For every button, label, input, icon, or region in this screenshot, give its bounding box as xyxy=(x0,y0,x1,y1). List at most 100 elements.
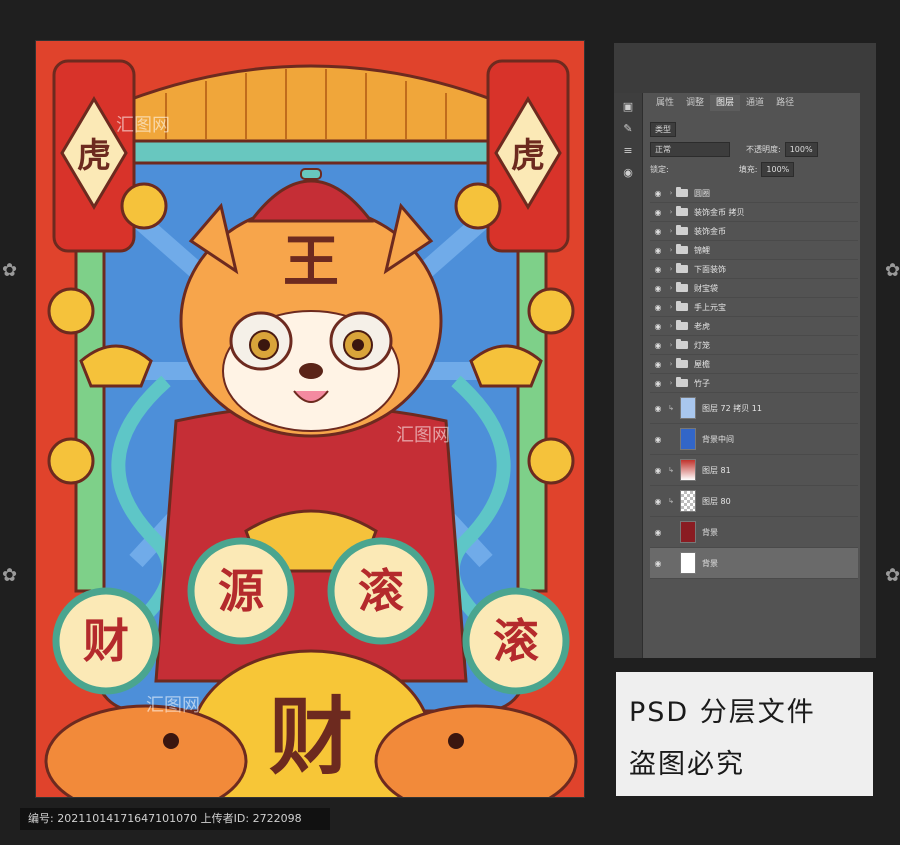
folder-icon xyxy=(676,225,688,235)
visibility-eye-icon[interactable]: ◉ xyxy=(650,528,666,537)
watermark-text: 汇图网 xyxy=(116,115,170,136)
layer-filter-select[interactable]: 类型 xyxy=(650,121,676,137)
group-name: 屋檐 xyxy=(694,359,710,369)
folder-icon xyxy=(676,377,688,387)
expand-caret-icon[interactable]: › xyxy=(666,246,676,254)
layer-name: 图层 72 拷贝 11 xyxy=(702,403,762,413)
visibility-eye-icon[interactable]: ◉ xyxy=(650,208,666,217)
layer-group[interactable]: ◉ › 灯笼 xyxy=(650,336,858,355)
visibility-eye-icon[interactable]: ◉ xyxy=(650,360,666,369)
visibility-eye-icon[interactable]: ◉ xyxy=(650,404,666,413)
layer-group[interactable]: ◉ › 圆圈 xyxy=(650,184,858,203)
group-name: 圆圈 xyxy=(694,188,710,198)
layer-row[interactable]: ◉ ↳ 图层 72 拷贝 11 xyxy=(650,393,858,424)
clip-indicator-icon: ↳ xyxy=(668,497,674,505)
tab-adjustments[interactable]: 调整 xyxy=(680,95,710,111)
layer-row[interactable]: ◉ ↳ 图层 80 xyxy=(650,486,858,517)
layer-row[interactable]: ◉ 背景 xyxy=(650,517,858,548)
tab-layers[interactable]: 图层 xyxy=(710,95,741,111)
tab-channels[interactable]: 通道 xyxy=(740,95,770,111)
layer-thumbnail xyxy=(680,552,696,574)
expand-caret-icon[interactable]: › xyxy=(666,303,676,311)
folder-icon xyxy=(676,320,688,330)
visibility-eye-icon[interactable]: ◉ xyxy=(650,303,666,312)
layer-group[interactable]: ◉ › 锦鲤 xyxy=(650,241,858,260)
expand-caret-icon[interactable]: › xyxy=(666,189,676,197)
layer-group[interactable]: ◉ › 竹子 xyxy=(650,374,858,393)
visibility-eye-icon[interactable]: ◉ xyxy=(650,322,666,331)
visibility-eye-icon[interactable]: ◉ xyxy=(650,227,666,236)
visibility-eye-icon[interactable]: ◉ xyxy=(650,246,666,255)
layers-panel: ▣ ✎ ≡ ◉ 属性 调整 图层 通道 路径 类型 正常 不透明度: 100% … xyxy=(614,43,876,658)
lantern-right-text: 虎 xyxy=(511,136,545,176)
expand-caret-icon[interactable]: › xyxy=(666,379,676,387)
layer-group[interactable]: ◉ › 财宝袋 xyxy=(650,279,858,298)
fill-input[interactable]: 100% xyxy=(761,161,795,177)
visibility-eye-icon[interactable]: ◉ xyxy=(650,379,666,388)
folder-icon xyxy=(676,282,688,292)
layer-group[interactable]: ◉ › 下面装饰 xyxy=(650,260,858,279)
layer-group[interactable]: ◉ › 装饰金币 xyxy=(650,222,858,241)
artwork-canvas: 虎 虎 王 财 源 滚 滚 财 汇图网 汇图网 汇图网 xyxy=(35,40,585,798)
expand-caret-icon[interactable]: › xyxy=(666,265,676,273)
expand-caret-icon[interactable]: › xyxy=(666,341,676,349)
caption-box: PSD 分层文件 盗图必究 xyxy=(616,672,873,796)
watermark-logo-icon: ✿ xyxy=(2,565,18,586)
clip-indicator-icon: ↳ xyxy=(668,466,674,474)
brush-icon[interactable]: ✎ xyxy=(620,121,636,137)
expand-caret-icon[interactable]: › xyxy=(666,322,676,330)
layer-name: 图层 81 xyxy=(702,465,731,475)
opacity-input[interactable]: 100% xyxy=(784,141,818,157)
panel-tabs: 属性 调整 图层 通道 路径 xyxy=(650,95,800,111)
caption-line-2: 盗图必究 xyxy=(629,749,745,780)
tab-properties[interactable]: 属性 xyxy=(650,95,680,111)
layer-group[interactable]: ◉ › 手上元宝 xyxy=(650,298,858,317)
color-wheel-icon[interactable]: ◉ xyxy=(620,165,636,181)
visibility-eye-icon[interactable]: ◉ xyxy=(650,497,666,506)
layer-thumbnail xyxy=(680,428,696,450)
big-coin-character: 财 xyxy=(269,688,353,786)
layer-row-selected[interactable]: ◉ 背景 xyxy=(650,548,858,579)
watermark-logo-icon: ✿ xyxy=(2,260,18,281)
adjust-icon[interactable]: ≡ xyxy=(620,143,636,159)
layer-group[interactable]: ◉ › 屋檐 xyxy=(650,355,858,374)
layer-name: 背景 xyxy=(702,527,718,537)
watermark-text: 汇图网 xyxy=(396,425,450,446)
layer-group[interactable]: ◉ › 老虎 xyxy=(650,317,858,336)
lock-label: 锁定: xyxy=(650,164,669,174)
coin-char-3: 滚 xyxy=(358,564,404,618)
visibility-eye-icon[interactable]: ◉ xyxy=(650,559,666,568)
coin-char-4: 滚 xyxy=(493,614,539,668)
visibility-eye-icon[interactable]: ◉ xyxy=(650,466,666,475)
visibility-eye-icon[interactable]: ◉ xyxy=(650,435,666,444)
group-name: 装饰金币 拷贝 xyxy=(694,207,745,217)
layer-name: 背景中间 xyxy=(702,434,734,444)
right-dock xyxy=(860,43,876,658)
blend-row: 正常 不透明度: 100% xyxy=(650,141,818,157)
tab-paths[interactable]: 路径 xyxy=(770,95,800,111)
expand-caret-icon[interactable]: › xyxy=(666,360,676,368)
watermark-text: 汇图网 xyxy=(146,695,200,716)
expand-caret-icon[interactable]: › xyxy=(666,208,676,216)
visibility-eye-icon[interactable]: ◉ xyxy=(650,189,666,198)
expand-caret-icon[interactable]: › xyxy=(666,284,676,292)
folder-icon xyxy=(676,244,688,254)
visibility-eye-icon[interactable]: ◉ xyxy=(650,284,666,293)
group-name: 装饰金币 xyxy=(694,226,726,236)
history-icon[interactable]: ▣ xyxy=(620,99,636,115)
blend-mode-select[interactable]: 正常 xyxy=(650,141,730,157)
caption-line-1: PSD 分层文件 xyxy=(629,697,816,728)
group-name: 灯笼 xyxy=(694,340,710,350)
layer-thumbnail xyxy=(680,397,696,419)
expand-caret-icon[interactable]: › xyxy=(666,227,676,235)
layer-group[interactable]: ◉ › 装饰金币 拷贝 xyxy=(650,203,858,222)
tiger-illustration: 虎 虎 王 财 源 滚 滚 财 xyxy=(36,41,584,797)
layer-row[interactable]: ◉ ↳ 图层 81 xyxy=(650,455,858,486)
coin-char-1: 财 xyxy=(83,614,129,668)
footer-id-bar: 编号: 20211014171647101070 上传者ID: 2722098 xyxy=(20,808,330,830)
coin-char-2: 源 xyxy=(218,564,264,618)
visibility-eye-icon[interactable]: ◉ xyxy=(650,341,666,350)
folder-icon xyxy=(676,358,688,368)
layer-row[interactable]: ◉ 背景中间 xyxy=(650,424,858,455)
visibility-eye-icon[interactable]: ◉ xyxy=(650,265,666,274)
